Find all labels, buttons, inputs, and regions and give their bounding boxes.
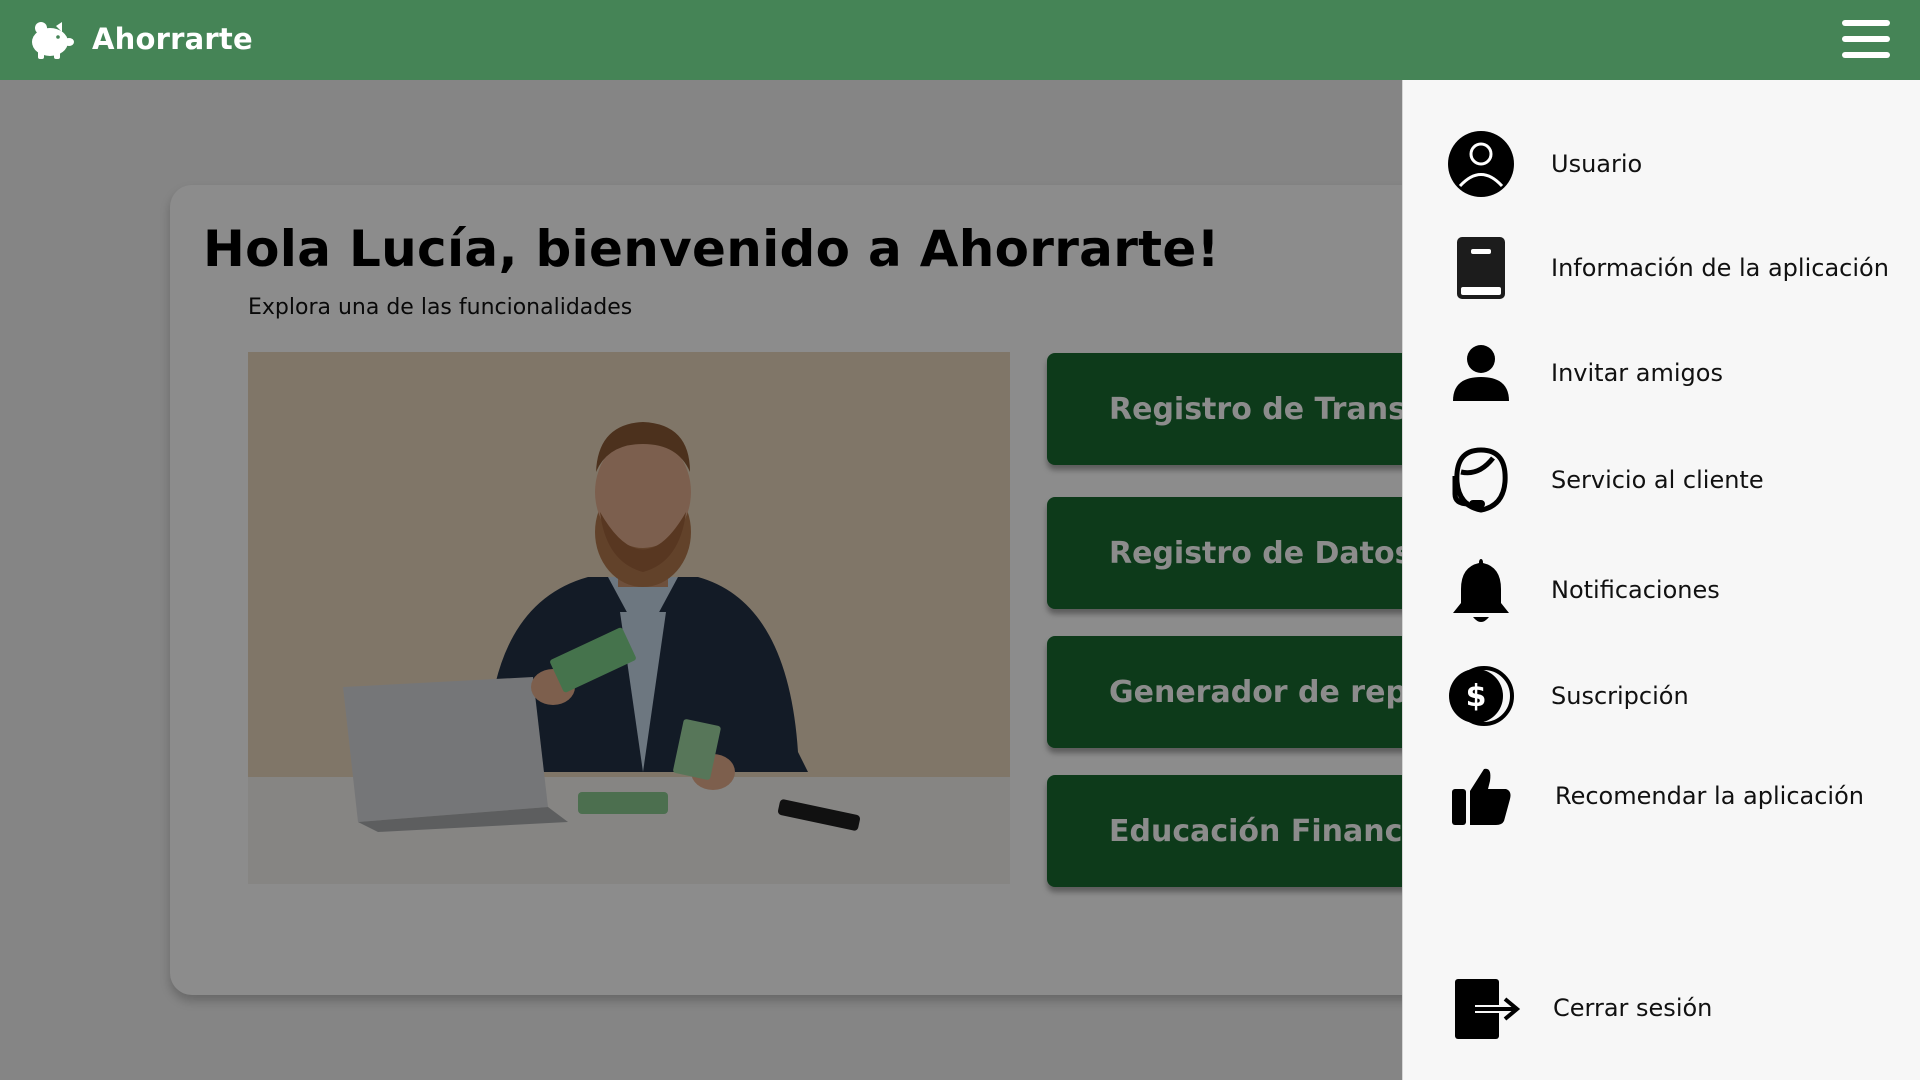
- piggy-bank-icon: [32, 22, 74, 59]
- thumbs-up-icon: [1445, 760, 1517, 832]
- drawer-item-invitar[interactable]: Invitar amigos: [1445, 337, 1723, 409]
- menu-bar: [1842, 52, 1890, 58]
- drawer-item-recomendar[interactable]: Recomendar la aplicación: [1445, 760, 1864, 832]
- brand[interactable]: Ahorrarte: [26, 14, 253, 64]
- coin-dollar-icon: $: [1445, 660, 1517, 732]
- user-circle-icon: [1445, 128, 1517, 200]
- menu-bar: [1842, 20, 1890, 26]
- drawer-item-servicio[interactable]: Servicio al cliente: [1445, 444, 1764, 516]
- bell-icon: [1445, 554, 1517, 626]
- logout-button[interactable]: Cerrar sesión: [1445, 972, 1712, 1044]
- drawer-item-suscripcion[interactable]: $ Suscripción: [1445, 660, 1689, 732]
- drawer-item-usuario[interactable]: Usuario: [1445, 128, 1642, 200]
- side-drawer: Usuario Información de la aplicación Inv…: [1402, 80, 1920, 1080]
- drawer-item-label: Recomendar la aplicación: [1555, 782, 1864, 810]
- app-name: Ahorrarte: [92, 22, 253, 56]
- logout-label: Cerrar sesión: [1553, 994, 1713, 1022]
- person-icon: [1445, 337, 1517, 409]
- drawer-item-label: Usuario: [1551, 150, 1643, 178]
- drawer-item-label: Información de la aplicación: [1551, 254, 1889, 282]
- drawer-item-notificaciones[interactable]: Notificaciones: [1445, 554, 1720, 626]
- hamburger-menu-icon[interactable]: [1842, 20, 1890, 58]
- menu-bar: [1842, 36, 1890, 42]
- book-icon: [1445, 232, 1517, 304]
- drawer-item-informacion[interactable]: Información de la aplicación: [1445, 232, 1889, 304]
- drawer-item-label: Servicio al cliente: [1551, 466, 1764, 494]
- app-root: Ahorrarte Hola Lucía, bienvenido a Ahorr…: [0, 0, 1920, 1080]
- drawer-item-label: Notificaciones: [1551, 576, 1720, 604]
- headset-icon: [1445, 444, 1517, 516]
- logout-icon: [1445, 972, 1525, 1044]
- drawer-item-label: Suscripción: [1551, 682, 1689, 710]
- top-bar: Ahorrarte: [0, 0, 1920, 80]
- drawer-item-label: Invitar amigos: [1551, 359, 1723, 387]
- svg-text:$: $: [1466, 679, 1487, 714]
